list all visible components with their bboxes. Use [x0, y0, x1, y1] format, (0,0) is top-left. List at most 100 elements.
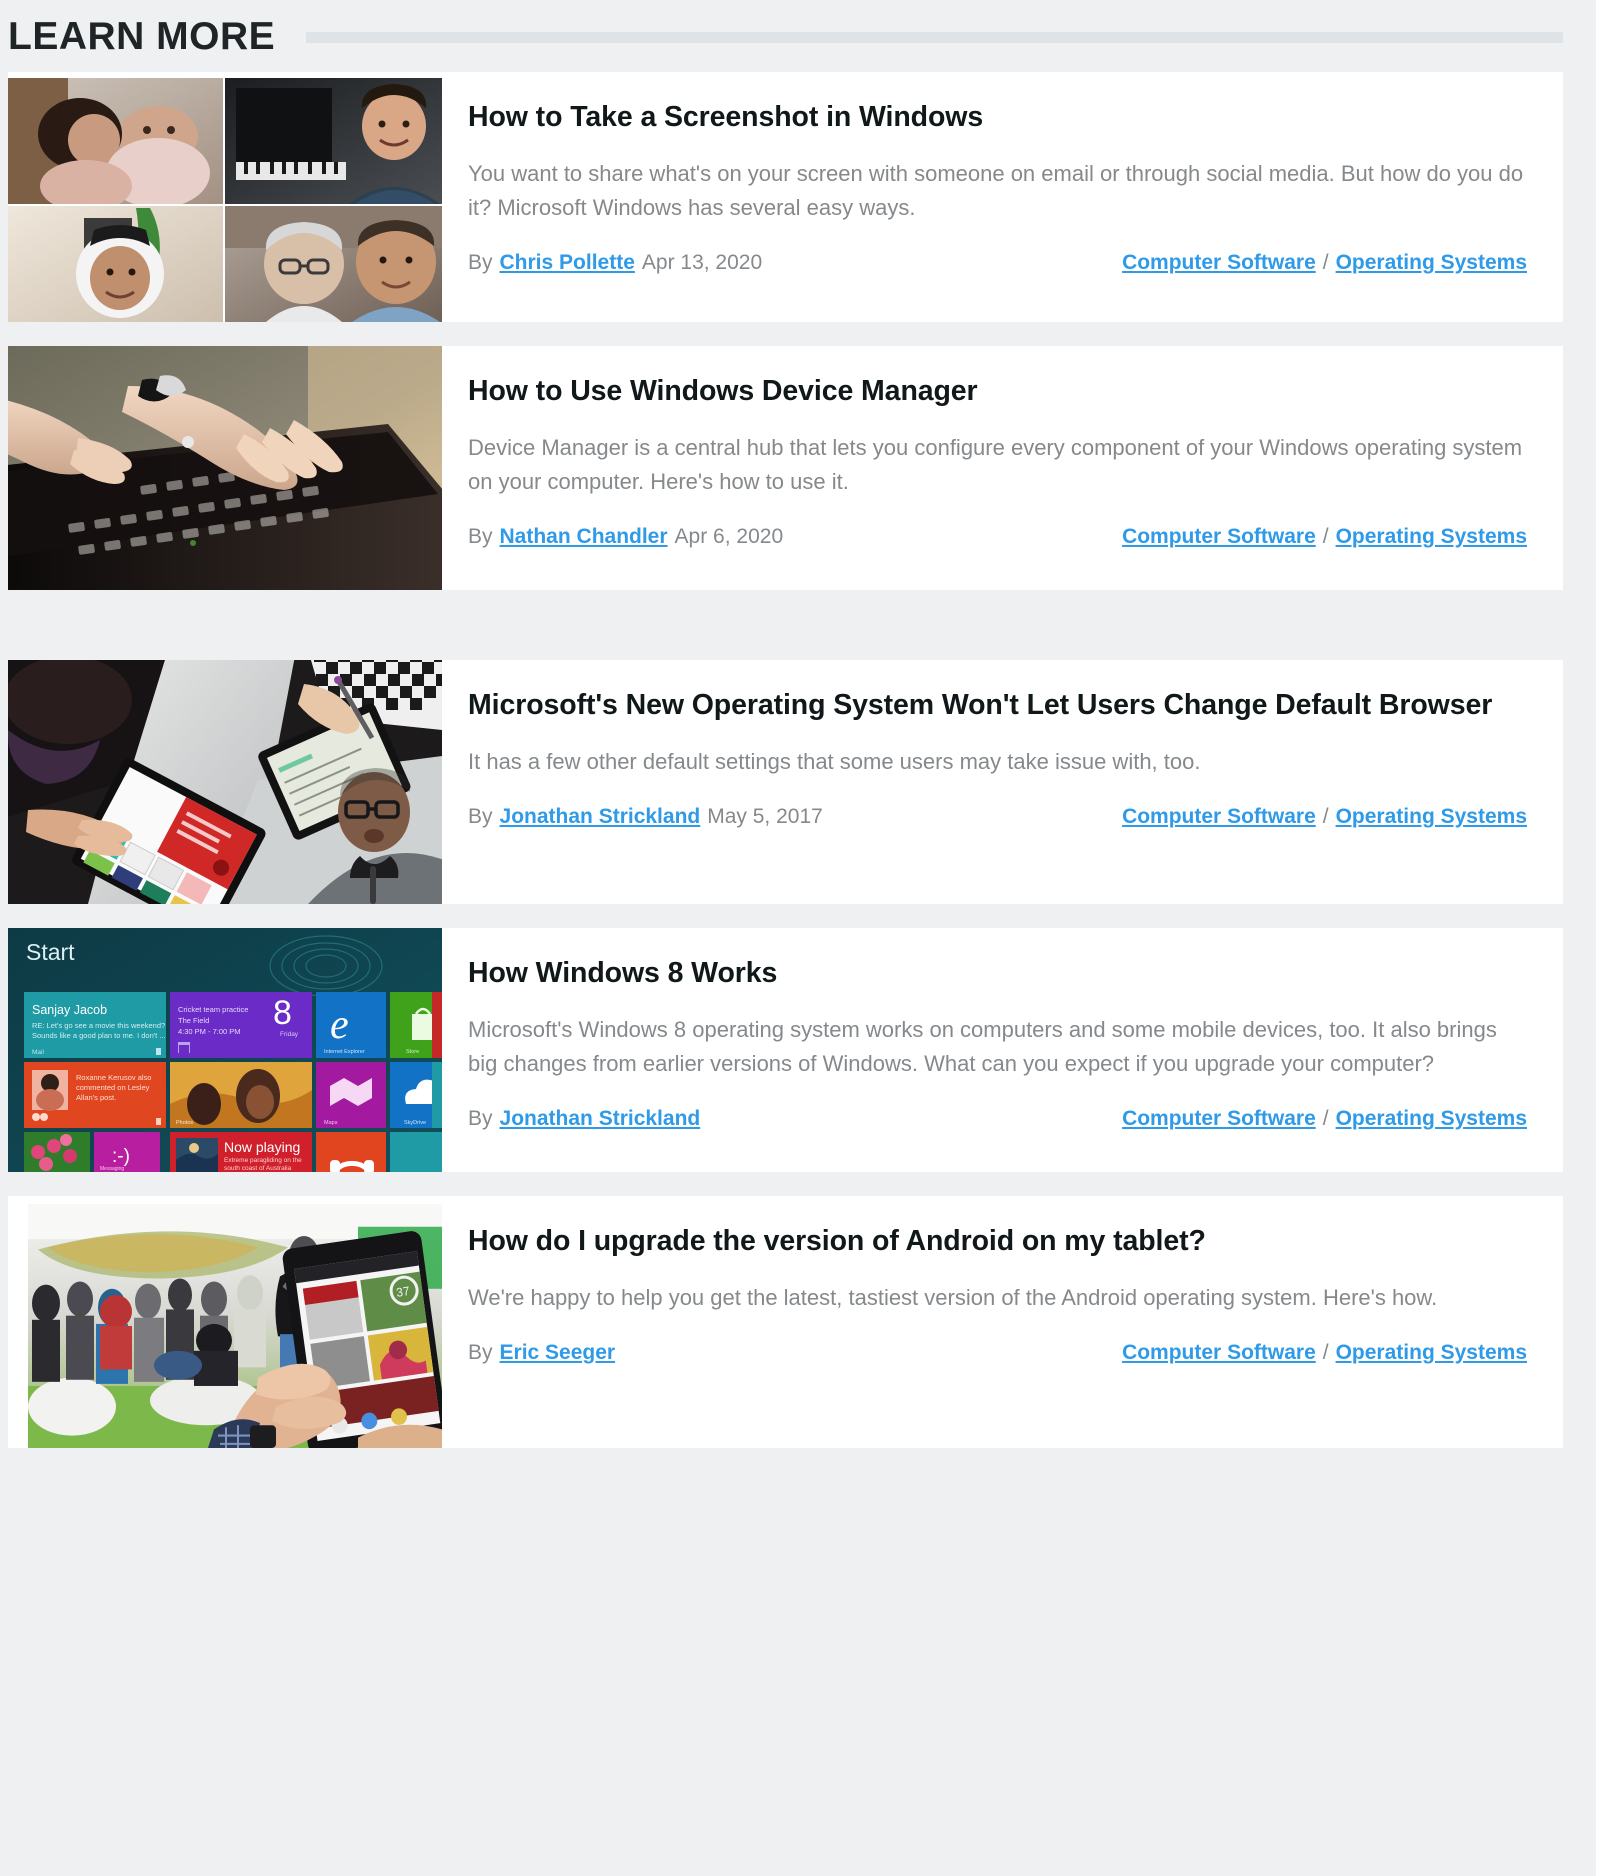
svg-text:Messaging: Messaging	[100, 1166, 124, 1172]
article-meta: By Chris Pollette Apr 13, 2020 Computer …	[468, 251, 1527, 275]
article-description: You want to share what's on your screen …	[468, 160, 1524, 220]
article-body: Microsoft's New Operating System Won't L…	[442, 660, 1563, 904]
article-description: We're happy to help you get the latest, …	[468, 1284, 1438, 1310]
article-thumbnail-wrap[interactable]: Start Sanjay Jacob RE: Let's go see a mo…	[8, 928, 442, 1172]
svg-text:RE: Let's go see a movie this: RE: Let's go see a movie this weekend?	[32, 1021, 165, 1030]
win8-start-label: Start	[26, 939, 75, 965]
category-secondary-link[interactable]: Operating Systems	[1336, 1341, 1527, 1365]
author-link[interactable]: Jonathan Strickland	[500, 805, 701, 829]
svg-text:south coast of Australia: south coast of Australia	[224, 1165, 292, 1172]
svg-text:Sounds like a good plan to me.: Sounds like a good plan to me. I don't .…	[32, 1031, 166, 1040]
category-separator: /	[1322, 1106, 1329, 1130]
article-thumbnail-wrap[interactable]: 37	[8, 1196, 442, 1448]
svg-text:Extreme paragliding on the: Extreme paragliding on the	[224, 1157, 302, 1164]
article-byline: By Jonathan Strickland	[468, 1107, 707, 1131]
video-call-grid-thumbnail[interactable]	[8, 78, 442, 322]
article-list: How to Take a Screenshot in Windows You …	[0, 72, 1596, 1448]
article-date: May 5, 2017	[707, 804, 823, 828]
by-label: By	[468, 1340, 493, 1364]
article-byline: By Jonathan Strickland May 5, 2017	[468, 805, 823, 829]
article-card[interactable]: Start Sanjay Jacob RE: Let's go see a mo…	[8, 928, 1563, 1172]
windows-8-start-screen-thumbnail[interactable]: Start Sanjay Jacob RE: Let's go see a mo…	[8, 928, 442, 1172]
category-separator: /	[1322, 1340, 1329, 1364]
by-label: By	[468, 804, 493, 828]
article-date: Apr 13, 2020	[641, 250, 763, 274]
article-card[interactable]: 37 How do I upgrade the version of Andro…	[8, 1196, 1563, 1448]
author-link[interactable]: Jonathan Strickland	[500, 1107, 701, 1131]
svg-text:Roxanne Kerusov also: Roxanne Kerusov also	[76, 1073, 151, 1082]
article-byline: By Eric Seeger	[468, 1341, 622, 1365]
category-secondary-link[interactable]: Operating Systems	[1336, 251, 1527, 275]
article-meta: By Jonathan Strickland May 5, 2017 Compu…	[468, 805, 1527, 829]
category-primary-link[interactable]: Computer Software	[1122, 1107, 1316, 1131]
article-card[interactable]: Microsoft's New Operating System Won't L…	[8, 660, 1563, 904]
svg-text:Cricket team practice: Cricket team practice	[178, 1005, 248, 1014]
article-card[interactable]: How to Take a Screenshot in Windows You …	[8, 72, 1563, 322]
svg-text:Internet Explorer: Internet Explorer	[324, 1049, 365, 1055]
svg-text:8: 8	[273, 994, 292, 1032]
svg-text:SkyDrive: SkyDrive	[404, 1120, 426, 1126]
hands-holding-tablet-event-thumbnail[interactable]: 37	[28, 1204, 442, 1448]
category-primary-link[interactable]: Computer Software	[1122, 805, 1316, 829]
article-description: It has a few other default settings that…	[468, 748, 1201, 774]
svg-text:Store: Store	[406, 1049, 419, 1055]
article-body: How to Use Windows Device Manager Device…	[442, 346, 1563, 590]
section-header: LEARN MORE	[0, 0, 1596, 72]
author-link[interactable]: Nathan Chandler	[500, 525, 668, 549]
article-title[interactable]: Microsoft's New Operating System Won't L…	[468, 687, 1527, 725]
article-body: How Windows 8 Works Microsoft's Windows …	[442, 928, 1563, 1172]
category-primary-link[interactable]: Computer Software	[1122, 251, 1316, 275]
svg-text:commented on Lesley: commented on Lesley	[76, 1083, 150, 1092]
svg-text:Friday: Friday	[280, 1031, 299, 1038]
svg-text:Photos: Photos	[176, 1120, 193, 1126]
article-title[interactable]: How Windows 8 Works	[468, 955, 1527, 993]
by-label: By	[468, 524, 493, 548]
category-separator: /	[1322, 250, 1329, 274]
svg-text::-): :-)	[112, 1146, 130, 1167]
category-primary-link[interactable]: Computer Software	[1122, 525, 1316, 549]
category-secondary-link[interactable]: Operating Systems	[1336, 1107, 1527, 1131]
category-secondary-link[interactable]: Operating Systems	[1336, 805, 1527, 829]
article-byline: By Nathan Chandler Apr 6, 2020	[468, 525, 783, 549]
category-separator: /	[1322, 804, 1329, 828]
tablets-meeting-speaker-thumbnail[interactable]	[8, 660, 442, 904]
category-separator: /	[1322, 524, 1329, 548]
article-body: How to Take a Screenshot in Windows You …	[442, 72, 1563, 322]
article-thumbnail-wrap[interactable]	[8, 346, 442, 590]
article-meta: By Jonathan Strickland Computer Software…	[468, 1107, 1527, 1131]
author-link[interactable]: Eric Seeger	[500, 1341, 616, 1365]
hands-typing-laptop-thumbnail[interactable]	[8, 346, 442, 590]
article-date: Apr 6, 2020	[674, 524, 784, 548]
page-title: LEARN MORE	[8, 14, 276, 58]
article-description: Device Manager is a central hub that let…	[468, 434, 1523, 494]
article-title[interactable]: How to Use Windows Device Manager	[468, 373, 1527, 411]
article-meta: By Nathan Chandler Apr 6, 2020 Computer …	[468, 525, 1527, 549]
learn-more-page: LEARN MORE How to Take a Screenshot in W…	[0, 0, 1610, 1876]
article-thumbnail-wrap[interactable]	[8, 72, 442, 322]
section-divider-rule	[306, 31, 1563, 43]
article-body: How do I upgrade the version of Android …	[442, 1196, 1563, 1448]
category-primary-link[interactable]: Computer Software	[1122, 1341, 1316, 1365]
svg-text:Allan's post.: Allan's post.	[76, 1093, 116, 1102]
article-description: Microsoft's Windows 8 operating system w…	[468, 1016, 1497, 1076]
svg-text:Now playing: Now playing	[224, 1139, 300, 1155]
article-card[interactable]: How to Use Windows Device Manager Device…	[8, 346, 1563, 590]
category-secondary-link[interactable]: Operating Systems	[1336, 525, 1527, 549]
svg-text:Maps: Maps	[324, 1120, 338, 1126]
article-categories: Computer Software / Operating Systems	[1122, 1107, 1527, 1131]
svg-text:4:30 PM - 7:00 PM: 4:30 PM - 7:00 PM	[178, 1027, 241, 1036]
article-categories: Computer Software / Operating Systems	[1122, 1341, 1527, 1365]
svg-text:Mail: Mail	[32, 1049, 44, 1056]
svg-text:Sanjay Jacob: Sanjay Jacob	[32, 1003, 107, 1017]
article-title[interactable]: How do I upgrade the version of Android …	[468, 1223, 1527, 1261]
article-meta: By Eric Seeger Computer Software / Opera…	[468, 1341, 1527, 1365]
article-byline: By Chris Pollette Apr 13, 2020	[468, 251, 762, 275]
article-categories: Computer Software / Operating Systems	[1122, 525, 1527, 549]
svg-text:The Field: The Field	[178, 1016, 209, 1025]
article-title[interactable]: How to Take a Screenshot in Windows	[468, 99, 1527, 137]
author-link[interactable]: Chris Pollette	[500, 251, 635, 275]
by-label: By	[468, 250, 493, 274]
by-label: By	[468, 1106, 493, 1130]
article-thumbnail-wrap[interactable]	[8, 660, 442, 904]
svg-text:37: 37	[395, 1284, 410, 1300]
